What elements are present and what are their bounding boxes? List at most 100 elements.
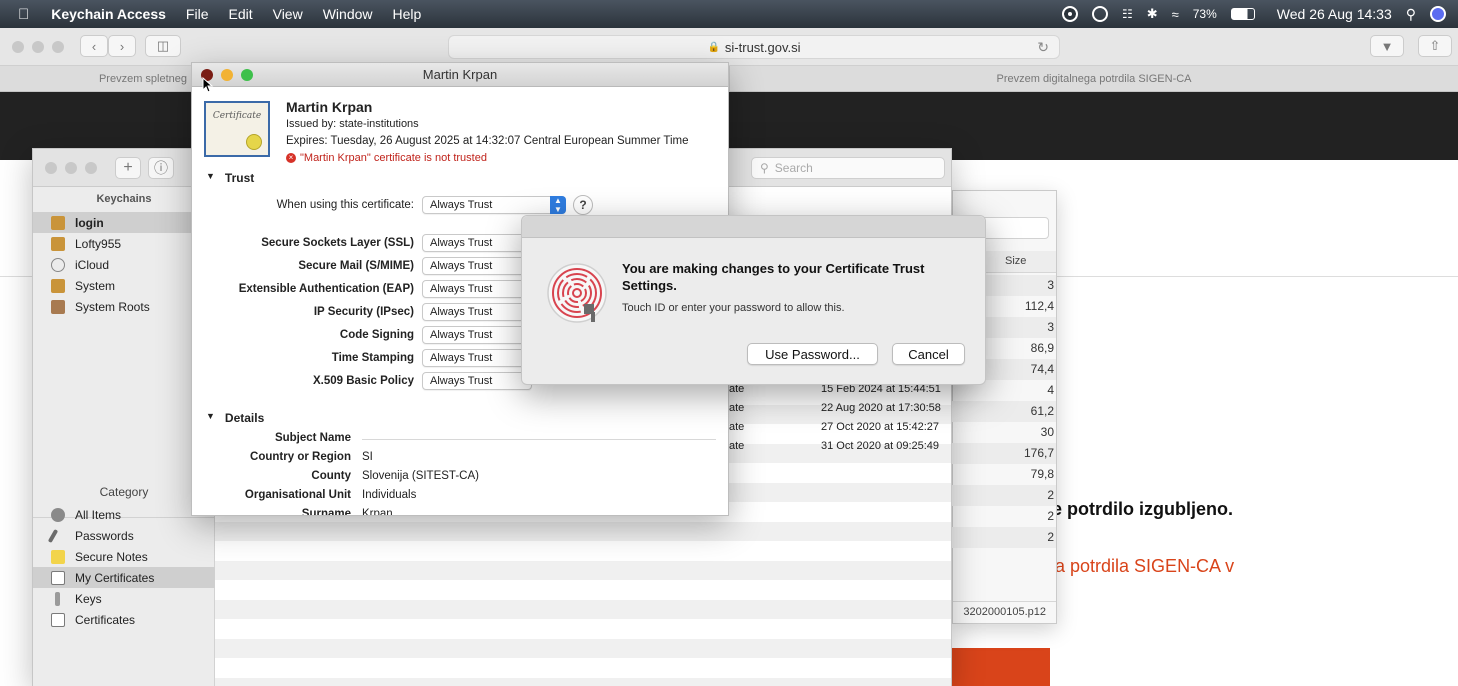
menu-help[interactable]: Help xyxy=(393,6,422,22)
list-row-stripe[interactable] xyxy=(215,599,951,619)
trust-section-toggle[interactable]: ▼ Trust xyxy=(206,171,254,185)
tab-1-label: Prevzem spletneg xyxy=(98,73,188,85)
sidebar-item-keys[interactable]: Keys xyxy=(33,588,215,609)
spotlight-icon[interactable]: ⚲ xyxy=(1406,6,1416,23)
menu-file[interactable]: File xyxy=(186,6,209,22)
tab-2[interactable]: Prevzem digitalnega potrdila SIGEN-CA xyxy=(729,66,1458,92)
share-button[interactable]: ⇧ xyxy=(1418,35,1452,57)
menu-view[interactable]: View xyxy=(273,6,303,22)
lock-icon xyxy=(51,215,65,230)
detail-value-county: Slovenija (SITEST-CA) xyxy=(362,470,479,482)
menu-app-name[interactable]: Keychain Access xyxy=(51,6,166,22)
browser-zoom-button[interactable] xyxy=(52,41,64,53)
controls-icon[interactable]: ☷ xyxy=(1122,7,1133,21)
list-row-stripe[interactable] xyxy=(215,677,951,686)
list-row-stripe[interactable] xyxy=(215,541,951,560)
sidebar-item-my-certificates[interactable]: My Certificates xyxy=(33,567,215,588)
page-link-fragment[interactable]: a potrdila SIGEN-CA v xyxy=(1055,556,1234,577)
keychain-close-button[interactable] xyxy=(45,162,57,174)
sidebar-item-label: iCloud xyxy=(75,257,110,272)
minimize-button[interactable] xyxy=(221,69,233,81)
thumbnail-text: Certificate xyxy=(212,111,262,121)
info-button[interactable]: ⓘ xyxy=(148,157,174,179)
list-row-stripe[interactable] xyxy=(215,638,951,658)
size-cell: 2 xyxy=(1047,509,1054,523)
list-row-stripe[interactable] xyxy=(215,580,951,599)
cancel-button[interactable]: Cancel xyxy=(892,343,965,365)
list-row-stripe[interactable] xyxy=(215,658,951,677)
back-button[interactable]: ‹ xyxy=(80,35,108,57)
detail-label-country: Country or Region xyxy=(250,451,351,463)
sidebar-item-passwords[interactable]: Passwords xyxy=(33,525,215,546)
detail-value-org-unit: Individuals xyxy=(362,489,417,501)
trust-select-value: Always Trust xyxy=(430,283,493,295)
trust-select-ipsec[interactable]: Always Trust xyxy=(422,303,532,321)
browser-close-button[interactable] xyxy=(12,41,24,53)
sidebar-item-label: My Certificates xyxy=(75,570,155,585)
browser-minimize-button[interactable] xyxy=(32,41,44,53)
sidebar-item-label: Secure Notes xyxy=(75,549,148,564)
list-date-cell: 22 Aug 2020 at 17:30:58 xyxy=(821,402,941,414)
accessibility-icon[interactable] xyxy=(1091,6,1108,22)
trust-select-code-signing[interactable]: Always Trust xyxy=(422,326,532,344)
trust-select-eap[interactable]: Always Trust xyxy=(422,280,532,298)
reload-icon[interactable]: ↻ xyxy=(1037,39,1049,56)
menu-window[interactable]: Window xyxy=(323,6,373,22)
list-date-cell: 31 Oct 2020 at 09:25:49 xyxy=(821,440,940,452)
sidebar-toggle-button[interactable]: ◫ xyxy=(145,35,181,57)
trust-section-label: Trust xyxy=(224,171,255,185)
sidebar-item-system[interactable]: System xyxy=(33,275,215,296)
sidebar-item-system-roots[interactable]: System Roots xyxy=(33,296,215,317)
sidebar-item-all-items[interactable]: All Items xyxy=(33,504,215,525)
detail-value-country: SI xyxy=(362,451,373,463)
clock[interactable]: Wed 26 Aug 14:33 xyxy=(1277,6,1392,22)
keychain-minimize-button[interactable] xyxy=(65,162,77,174)
tab-2-label: Prevzem digitalnega potrdila SIGEN-CA xyxy=(996,73,1192,85)
wifi-icon[interactable]: ≈ xyxy=(1172,7,1179,22)
sidebar-item-secure-notes[interactable]: Secure Notes xyxy=(33,546,215,567)
sidebar-item-certificates[interactable]: Certificates xyxy=(33,609,215,630)
trust-label-ssl: Secure Sockets Layer (SSL) xyxy=(261,237,414,249)
size-header: Size xyxy=(1005,255,1027,267)
sidebar-item-login[interactable]: login xyxy=(33,212,215,233)
error-icon: × xyxy=(286,153,296,163)
address-bar[interactable]: 🔒 si-trust.gov.si ↻ xyxy=(448,35,1060,59)
battery-icon[interactable] xyxy=(1230,8,1255,20)
trust-label-ipsec: IP Security (IPsec) xyxy=(313,306,414,318)
list-row-stripe[interactable] xyxy=(215,560,951,580)
apple-icon[interactable]:  xyxy=(18,6,29,23)
menu-bar:  Keychain Access File Edit View Window … xyxy=(0,0,1458,28)
downloads-button[interactable]: ▼ xyxy=(1370,35,1404,57)
zoom-button[interactable] xyxy=(241,69,253,81)
list-row-stripe[interactable] xyxy=(215,521,951,541)
trust-label-time-stamping: Time Stamping xyxy=(331,352,414,364)
trust-select-ssl[interactable]: Always Trust xyxy=(422,234,532,252)
trust-select-smime[interactable]: Always Trust xyxy=(422,257,532,275)
help-button[interactable]: ? xyxy=(573,195,593,215)
page-heading-fragment: e potrdilo izgubljeno. xyxy=(1052,499,1233,519)
bluetooth-icon[interactable]: ✱ xyxy=(1147,6,1158,22)
detail-separator xyxy=(362,439,716,440)
use-password-button[interactable]: Use Password... xyxy=(747,343,878,365)
forward-button[interactable]: › xyxy=(108,35,136,57)
menu-edit[interactable]: Edit xyxy=(228,6,252,22)
add-item-button[interactable]: + xyxy=(115,157,141,179)
trust-label-eap: Extensible Authentication (EAP) xyxy=(238,283,414,295)
list-date-cell: 27 Oct 2020 at 15:42:27 xyxy=(821,421,940,433)
pen-icon xyxy=(47,528,59,543)
sidebar-item-icloud[interactable]: iCloud xyxy=(33,254,215,275)
size-cell: 2 xyxy=(951,485,1056,506)
keychain-search-input[interactable]: ⚲ Search xyxy=(751,157,945,179)
sidebar-item-lofty955[interactable]: Lofty955 xyxy=(33,233,215,254)
tab-1[interactable]: Prevzem spletneg xyxy=(0,66,190,92)
record-icon[interactable] xyxy=(1061,6,1078,22)
when-using-select[interactable]: Always Trust ▲ ▼ xyxy=(422,196,566,214)
sidebar-item-label: Passwords xyxy=(75,528,134,543)
trust-select-x509[interactable]: Always Trust xyxy=(422,372,532,390)
details-section-toggle[interactable]: ▼ Details xyxy=(206,411,264,425)
certificate-name: Martin Krpan xyxy=(286,99,373,115)
list-row-stripe[interactable] xyxy=(215,619,951,638)
siri-icon[interactable] xyxy=(1430,6,1446,22)
trust-select-time-stamping[interactable]: Always Trust xyxy=(422,349,532,367)
keychain-zoom-button[interactable] xyxy=(85,162,97,174)
